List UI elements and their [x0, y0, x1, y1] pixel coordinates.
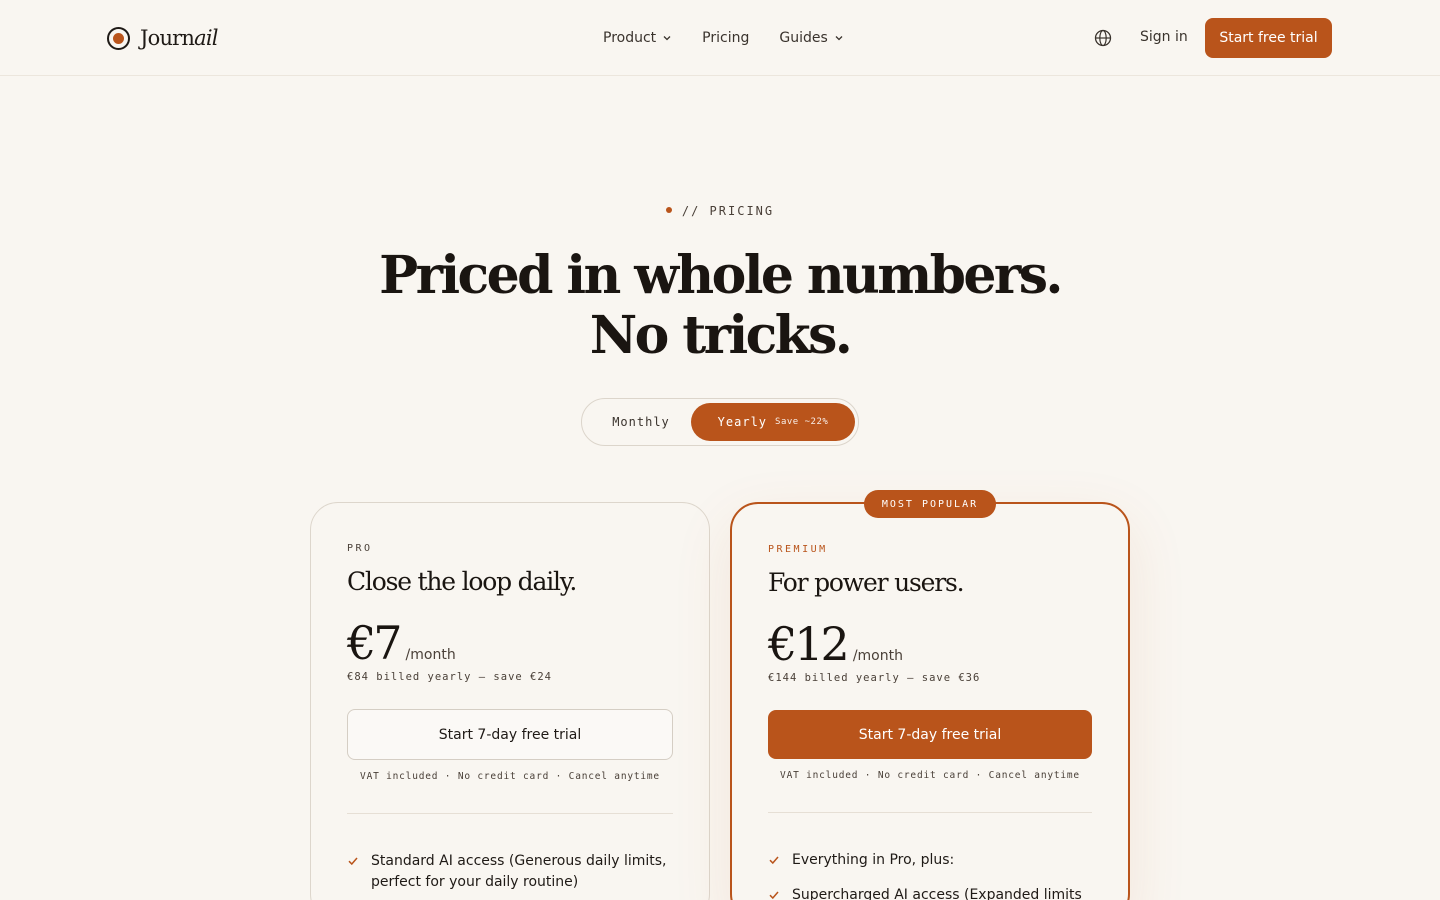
plan-price-row: €7 /month — [347, 617, 456, 669]
plan-tier: PREMIUM — [768, 544, 828, 555]
plan-card-pro: PRO Close the loop daily. €7 /month €84 … — [310, 502, 710, 900]
plan-billed-note: €84 billed yearly — save €24 — [347, 671, 553, 683]
start-free-trial-button[interactable]: Start free trial — [1205, 18, 1332, 58]
plan-fine-print: VAT included · No credit card · Cancel a… — [360, 771, 660, 782]
billing-option-yearly[interactable]: Yearly Save ~22% — [691, 403, 855, 441]
plan-price: €7 — [347, 616, 403, 670]
chevron-down-icon — [663, 36, 671, 41]
logo[interactable]: Journail — [107, 26, 219, 50]
plan-card-premium: PREMIUM For power users. €12 /month €144… — [730, 502, 1130, 900]
plan-tagline: For power users. — [768, 568, 965, 597]
feature-list: Standard AI access (Generous daily limit… — [347, 851, 667, 900]
plan-price: €12 — [768, 617, 850, 671]
sign-in-link[interactable]: Sign in — [1140, 29, 1188, 45]
pro-trial-button[interactable]: Start 7-day free trial — [347, 709, 673, 760]
check-icon — [769, 891, 779, 900]
most-popular-badge: MOST POPULAR — [864, 490, 996, 518]
plan-fine-print: VAT included · No credit card · Cancel a… — [780, 770, 1080, 781]
section-eyebrow: // PRICING — [0, 204, 1440, 218]
eyebrow-dot-icon — [665, 207, 672, 213]
nav-item-guides[interactable]: Guides — [779, 28, 843, 48]
nav-item-label: Product — [603, 30, 657, 46]
yearly-save-badge: Save ~22% — [775, 417, 829, 427]
nav-item-label: Guides — [779, 30, 828, 46]
check-icon — [348, 857, 358, 866]
plan-tier: PRO — [347, 543, 373, 554]
list-item: Standard AI access (Generous daily limit… — [347, 851, 667, 893]
plan-period: /month — [405, 647, 456, 663]
plan-billed-note: €144 billed yearly — save €36 — [768, 672, 981, 684]
chevron-down-icon — [835, 36, 843, 41]
globe-icon[interactable] — [1093, 28, 1113, 48]
page-title: Priced in whole numbers. No tricks. — [379, 245, 1063, 366]
site-header: Journail Product Pricing Guides Sign in … — [0, 0, 1440, 76]
plan-period: /month — [852, 648, 903, 664]
check-icon — [769, 856, 779, 865]
billing-option-monthly[interactable]: Monthly — [590, 403, 692, 441]
plan-tagline: Close the loop daily. — [347, 567, 577, 596]
nav-item-pricing[interactable]: Pricing — [702, 28, 749, 48]
feature-list: Everything in Pro, plus: Supercharged AI… — [768, 850, 1088, 900]
premium-trial-button[interactable]: Start 7-day free trial — [768, 710, 1092, 759]
divider — [768, 812, 1092, 813]
list-item: Everything in Pro, plus: — [768, 850, 1088, 871]
billing-toggle: Monthly Yearly Save ~22% — [581, 398, 859, 446]
nav-item-label: Pricing — [702, 30, 750, 46]
list-item: Supercharged AI access (Expanded limits — [768, 885, 1088, 900]
logo-mark-icon — [107, 26, 130, 50]
divider — [347, 813, 673, 814]
logo-text: Journail — [140, 26, 219, 50]
nav-item-product[interactable]: Product — [603, 28, 672, 48]
plan-price-row: €12 /month — [768, 618, 903, 670]
main-nav: Product Pricing Guides — [603, 28, 844, 48]
